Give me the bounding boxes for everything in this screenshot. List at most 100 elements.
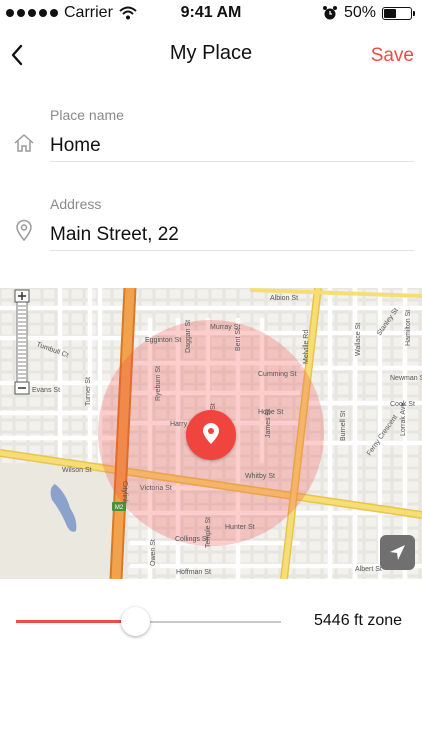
map-lot — [336, 516, 350, 528]
map-lot — [28, 288, 42, 300]
street-label: Daggan St — [185, 320, 192, 353]
map-lot — [210, 288, 224, 300]
map-lot — [238, 576, 252, 579]
map-lot — [70, 384, 84, 396]
map-lot — [336, 312, 350, 324]
save-button[interactable]: Save — [371, 45, 414, 67]
map-lot — [266, 528, 280, 540]
locate-me-button[interactable] — [380, 535, 415, 570]
map-lot — [42, 360, 56, 372]
map-lot — [252, 552, 266, 564]
place-name-input[interactable] — [50, 133, 414, 159]
map-lot — [126, 576, 140, 579]
map-lot — [308, 552, 322, 564]
map-lot — [336, 552, 350, 564]
address-field: Address — [0, 189, 422, 251]
map-lot — [210, 576, 224, 579]
map-lot — [154, 312, 168, 324]
street-label: Ryeburn St — [155, 366, 162, 401]
map-lot — [364, 492, 378, 504]
map-lot — [294, 312, 308, 324]
map-lot — [406, 576, 420, 579]
map-lot — [364, 312, 378, 324]
street-label: Owen St — [150, 539, 157, 566]
map-lot — [364, 516, 378, 528]
address-label: Address — [50, 196, 102, 212]
map-lot — [336, 348, 350, 360]
map-open-land — [0, 463, 118, 579]
place-name-underline — [50, 161, 414, 162]
street-label: Hamilton St — [405, 310, 412, 346]
map-lot — [238, 288, 252, 300]
map-lot — [406, 480, 420, 492]
map-lot — [364, 348, 378, 360]
battery-percent: 50% — [343, 4, 376, 21]
map-lot — [406, 408, 420, 420]
location-pin-icon — [16, 219, 32, 242]
street-label: Egginton St — [145, 337, 181, 344]
map-lot — [168, 288, 182, 300]
radius-slider[interactable] — [16, 605, 281, 639]
map-lot — [70, 420, 84, 432]
map-lot — [42, 288, 56, 300]
map-lot — [266, 312, 280, 324]
map-lot — [14, 396, 28, 408]
map-lot — [70, 348, 84, 360]
map-pin[interactable] — [186, 410, 236, 460]
map-lot — [308, 516, 322, 528]
map-lot — [406, 420, 420, 432]
page-title: My Place — [169, 42, 253, 64]
map-lot — [70, 312, 84, 324]
map-lot — [70, 396, 84, 408]
map-lot — [364, 420, 378, 432]
street-label: Hoffman St — [176, 569, 211, 576]
map-lot — [364, 576, 378, 579]
map-lot — [182, 288, 196, 300]
map-lot — [364, 384, 378, 396]
street-label: James St — [265, 409, 272, 438]
place-name-label: Place name — [50, 107, 124, 123]
map-lot — [0, 348, 14, 360]
map-lot — [364, 456, 378, 468]
street-label: Turner St — [85, 377, 92, 406]
map-lot — [0, 288, 14, 300]
address-input[interactable] — [50, 222, 414, 248]
map-lot — [336, 468, 350, 480]
map-lot — [294, 552, 308, 564]
home-icon — [14, 134, 34, 152]
map-lot — [28, 396, 42, 408]
map-lot — [126, 528, 140, 540]
map-lot — [364, 552, 378, 564]
map-lot — [28, 420, 42, 432]
map-lot — [42, 444, 56, 456]
map-lot — [224, 576, 238, 579]
map-lot — [238, 552, 252, 564]
map-lot — [280, 312, 294, 324]
slider-thumb[interactable] — [121, 607, 151, 636]
street-label: Cumming St — [258, 371, 297, 378]
map-lot — [224, 552, 238, 564]
street-label: Collings St — [175, 536, 209, 543]
map-lot — [336, 576, 350, 579]
map-lot — [308, 528, 322, 540]
map-lot — [294, 576, 308, 579]
street-label: Whitby St — [245, 473, 275, 480]
map-lot — [308, 540, 322, 552]
map-lot — [238, 312, 252, 324]
street-label: Bent St — [235, 328, 242, 351]
map-lot — [336, 528, 350, 540]
street-label: Albion St — [270, 295, 298, 302]
map-lot — [364, 372, 378, 384]
navigation-arrow-icon — [390, 545, 405, 560]
map-lot — [364, 528, 378, 540]
alarm-icon — [322, 6, 337, 20]
street-label: Albert St — [355, 566, 382, 573]
map-lot — [364, 468, 378, 480]
street-label: Burnell St — [340, 411, 347, 441]
street-label: Wallace St — [355, 323, 362, 356]
map-lot — [224, 288, 238, 300]
map-lot — [294, 528, 308, 540]
map-lot — [266, 552, 280, 564]
street-label: Evans St — [32, 387, 60, 394]
map-lot — [42, 420, 56, 432]
